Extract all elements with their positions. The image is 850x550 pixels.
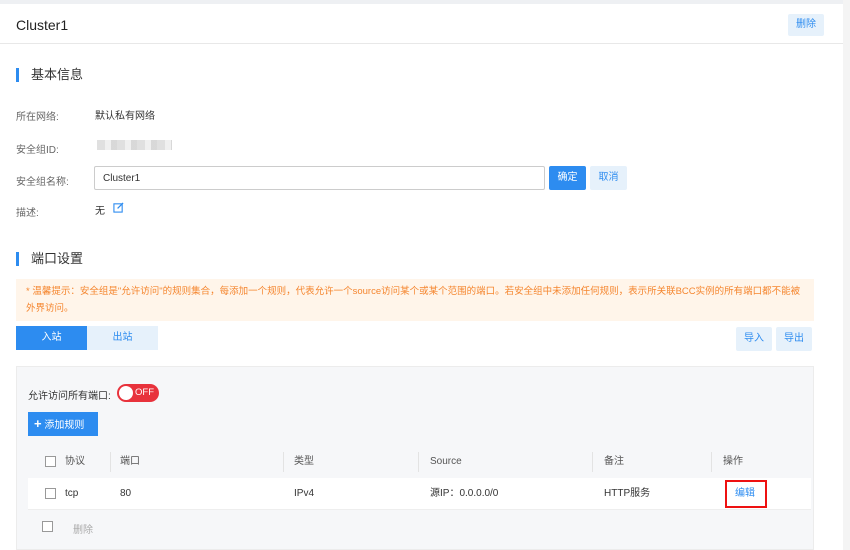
row-checkbox[interactable] (45, 488, 56, 499)
bulk-delete-button[interactable]: 删除 (73, 521, 93, 536)
col-source: Source (430, 456, 462, 467)
switch-state-text: OFF (135, 387, 154, 398)
sgid-label: 安全组ID: (16, 145, 59, 156)
col-port: 端口 (120, 456, 140, 467)
col-type: 类型 (294, 456, 314, 467)
select-all-checkbox[interactable] (45, 456, 56, 467)
add-rule-label: 添加规则 (44, 420, 85, 431)
delete-button[interactable]: 删除 (788, 14, 824, 36)
col-action: 操作 (723, 456, 743, 467)
edit-rule-link[interactable]: 编辑 (735, 478, 755, 510)
description-label: 描述: (16, 208, 39, 219)
cancel-button[interactable]: 取消 (590, 166, 627, 190)
description-value: 无 (95, 206, 105, 217)
sgid-value-redacted (97, 140, 172, 150)
col-protocol: 协议 (65, 456, 85, 467)
allow-all-ports-switch[interactable]: OFF (117, 384, 159, 402)
table-header: 协议 端口 类型 Source 备注 操作 (28, 446, 811, 478)
column-divider (110, 452, 111, 472)
column-divider (711, 452, 712, 472)
column-divider (418, 452, 419, 472)
add-rule-button[interactable]: + 添加规则 (28, 412, 98, 436)
row-remark: HTTP服务 (604, 488, 651, 499)
sgname-label: 安全组名称: (16, 177, 69, 188)
network-value: 默认私有网络 (95, 111, 155, 122)
warm-tip: * 温馨提示：安全组是"允许访问"的规则集合，每添加一个规则，代表允许一个sou… (16, 279, 814, 321)
edit-description-icon[interactable] (113, 202, 124, 213)
export-button[interactable]: 导出 (776, 327, 812, 351)
security-group-panel: Cluster1 删除 基本信息 所在网络: 默认私有网络 安全组ID: 安全组… (0, 4, 843, 550)
sgname-input[interactable] (94, 166, 545, 190)
footer-select-checkbox[interactable] (42, 521, 53, 532)
plus-icon: + (34, 416, 42, 431)
column-divider (592, 452, 593, 472)
page-scrollbar[interactable] (843, 0, 850, 550)
confirm-button[interactable]: 确定 (549, 166, 586, 190)
column-divider (283, 452, 284, 472)
col-remark: 备注 (604, 456, 624, 467)
allow-all-ports-label: 允许访问所有端口: (28, 391, 111, 402)
import-button[interactable]: 导入 (736, 327, 772, 351)
port-settings-title: 端口设置 (16, 252, 83, 266)
row-source: 源IP：0.0.0.0/0 (430, 488, 499, 499)
row-type: IPv4 (294, 488, 315, 499)
basic-info-title: 基本信息 (16, 68, 83, 82)
tab-inbound[interactable]: 入站 (16, 326, 87, 350)
page-header: Cluster1 删除 (0, 4, 843, 44)
page-title: Cluster1 (16, 17, 69, 33)
row-protocol: tcp (65, 488, 79, 499)
tab-outbound[interactable]: 出站 (87, 326, 158, 350)
table-row: tcp 80 IPv4 源IP：0.0.0.0/0 HTTP服务 编辑 (28, 478, 811, 510)
network-label: 所在网络: (16, 112, 59, 123)
rules-area: 允许访问所有端口: OFF + 添加规则 协议 端口 类型 Source 备注 (16, 366, 814, 550)
row-port: 80 (120, 488, 132, 499)
switch-knob (119, 386, 133, 400)
